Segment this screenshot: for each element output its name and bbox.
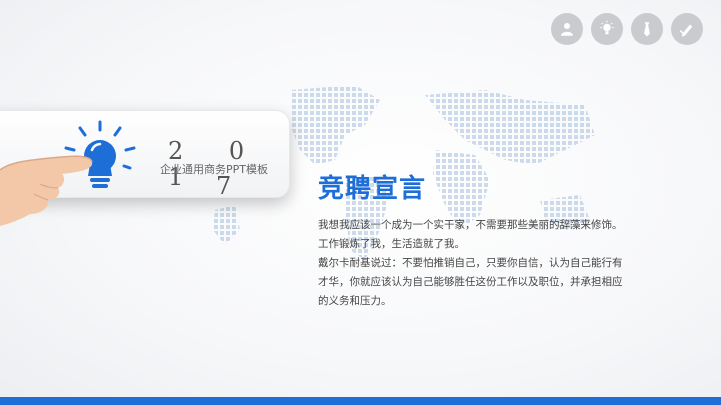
page-title: 竞聘宣言	[318, 174, 427, 204]
body-line: 工作锻炼了我，生活造就了我。	[318, 238, 465, 250]
pen-hand-icon[interactable]	[671, 13, 703, 45]
top-icon-bar	[551, 13, 703, 45]
bottom-accent-bar	[0, 397, 721, 405]
body-line: 的义务和压力。	[318, 295, 392, 307]
template-subtitle: 企业通用商务PPT模板	[160, 163, 268, 176]
tie-icon[interactable]	[631, 13, 663, 45]
body-line: 我想我应该一个成为一个实干家，不需要那些美丽的辞藻来修饰。	[318, 219, 623, 231]
slide: 2 0 1 企业通用商务PPT模板 7 竞聘宣言 我想我应该一个成为一个实干家，…	[0, 0, 721, 405]
lightbulb-icon[interactable]	[591, 13, 623, 45]
person-icon[interactable]	[551, 13, 583, 45]
body-line: 才华，你就应该认为自己能够胜任这份工作以及职位，并承担相应	[318, 276, 623, 288]
body-paragraph: 我想我应该一个成为一个实干家，不需要那些美丽的辞藻来修饰。 工作锻炼了我，生活造…	[318, 216, 638, 311]
body-line: 戴尔卡耐基说过：不要怕推销自己，只要你自信，认为自己能行有	[318, 257, 623, 269]
year-last-digit: 7	[216, 172, 232, 200]
pointing-hand-graphic	[0, 155, 93, 226]
